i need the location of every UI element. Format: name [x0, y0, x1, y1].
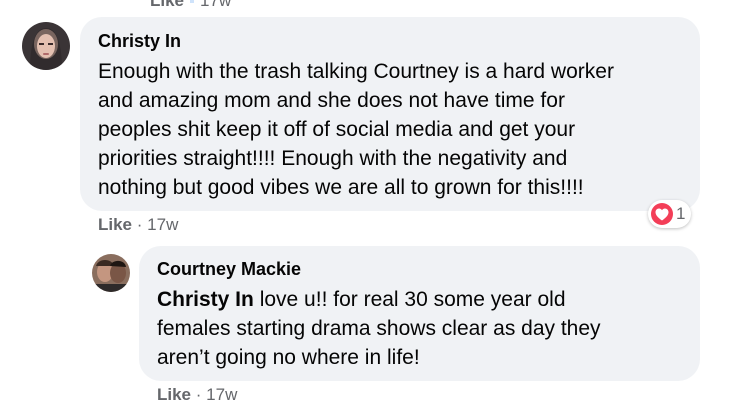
- comment-time[interactable]: 17w: [147, 215, 178, 234]
- comment-line: aren’t going no where in life!: [157, 346, 420, 369]
- comment-body: Christy In love u!! for real 30 some yea…: [157, 285, 682, 372]
- meta-separator: ·: [136, 215, 143, 234]
- comment-bubble-christy: Christy In Enough with the trash talking…: [80, 17, 700, 211]
- reaction-count: 1: [676, 204, 686, 223]
- profile-photo-icon: [92, 254, 130, 292]
- previous-comment-meta: Like 17w: [150, 0, 231, 10]
- comment-time[interactable]: 17w: [206, 385, 237, 404]
- avatar-courtney[interactable]: [92, 254, 130, 292]
- text-cursor: [190, 0, 195, 3]
- comment-body: Enough with the trash talking Courtney i…: [98, 57, 682, 202]
- comment-line: Christy In love u!! for real 30 some yea…: [157, 285, 682, 314]
- comment-line-rest: love u!! for real 30 some year old: [253, 288, 566, 311]
- heart-icon: [651, 203, 673, 225]
- like-link[interactable]: Like: [98, 215, 132, 234]
- like-link[interactable]: Like: [157, 385, 191, 404]
- comment-line: peoples shit keep it off of social media…: [98, 118, 576, 141]
- comment-line: nothing but good vibes we are all to gro…: [98, 176, 584, 199]
- comment-author[interactable]: Courtney Mackie: [157, 258, 682, 280]
- comment-bubble-courtney: Courtney Mackie Christy In love u!! for …: [139, 246, 700, 381]
- reaction-badge[interactable]: 1: [648, 200, 692, 228]
- previous-like-link[interactable]: Like: [150, 0, 184, 10]
- comment-line: Enough with the trash talking Courtney i…: [98, 60, 614, 83]
- comment-line: priorities straight!!!! Enough with the …: [98, 147, 568, 170]
- comment-line: females starting drama shows clear as da…: [157, 317, 601, 340]
- meta-separator: ·: [195, 385, 202, 404]
- avatar-christy[interactable]: [22, 22, 70, 70]
- previous-comment-time[interactable]: 17w: [200, 0, 231, 10]
- profile-photo-icon: [22, 22, 70, 70]
- comment-meta-courtney: Like · 17w: [157, 385, 237, 405]
- comment-line: and amazing mom and she does not have ti…: [98, 89, 565, 112]
- comment-author[interactable]: Christy In: [98, 30, 682, 52]
- mention-link[interactable]: Christy In: [157, 288, 254, 311]
- comment-meta-christy: Like · 17w: [98, 215, 178, 235]
